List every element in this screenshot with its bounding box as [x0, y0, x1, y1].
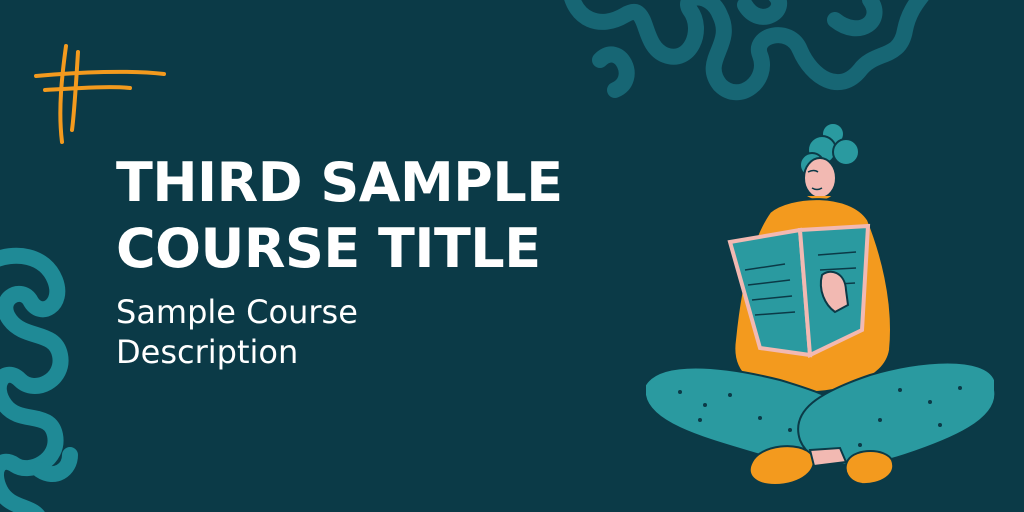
top-squiggle-decoration: [564, 0, 929, 101]
hash-mark-icon: [34, 44, 166, 144]
course-title-line-2: COURSE TITLE: [116, 217, 541, 280]
course-banner: THIRD SAMPLE COURSE TITLE Sample Course …: [0, 0, 1024, 512]
course-title: THIRD SAMPLE COURSE TITLE: [116, 150, 563, 282]
course-description-line-1: Sample Course: [116, 293, 358, 331]
left-squiggle-decoration: [0, 247, 78, 512]
course-description-line-2: Description: [116, 333, 299, 371]
course-title-line-1: THIRD SAMPLE: [116, 151, 563, 214]
reading-person-illustration: [644, 122, 997, 487]
course-description: Sample Course Description: [116, 292, 358, 372]
